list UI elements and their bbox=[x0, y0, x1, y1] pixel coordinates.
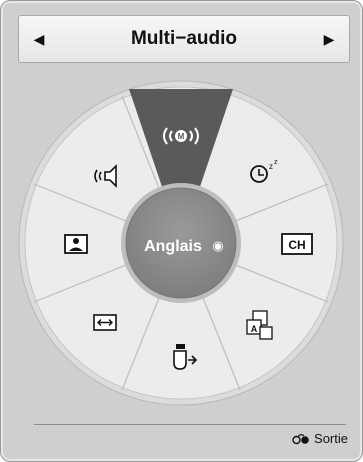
channel-icon[interactable]: CH bbox=[281, 233, 313, 255]
svg-text:CH: CH bbox=[288, 238, 305, 252]
exit-icon bbox=[292, 433, 309, 444]
quick-menu-wheel: Anglais ◉ M z z CH A bbox=[18, 80, 344, 406]
aspect-ratio-icon[interactable] bbox=[93, 314, 117, 331]
svg-text:M: M bbox=[178, 132, 185, 141]
svg-text:z: z bbox=[269, 162, 273, 171]
exit-label: Sortie bbox=[314, 431, 348, 446]
exit-button[interactable]: Sortie bbox=[292, 431, 348, 446]
footer-divider bbox=[34, 424, 346, 425]
selected-language-label: Anglais bbox=[144, 238, 202, 255]
quick-menu-panel: ◀ Multi−audio ▶ Anglais ◉ M z z CH A Sor… bbox=[0, 0, 363, 462]
svg-text:A: A bbox=[251, 324, 258, 334]
picture-mode-icon[interactable] bbox=[64, 234, 88, 254]
selected-radio-icon: ◉ bbox=[212, 239, 223, 254]
svg-text:z: z bbox=[274, 159, 278, 166]
